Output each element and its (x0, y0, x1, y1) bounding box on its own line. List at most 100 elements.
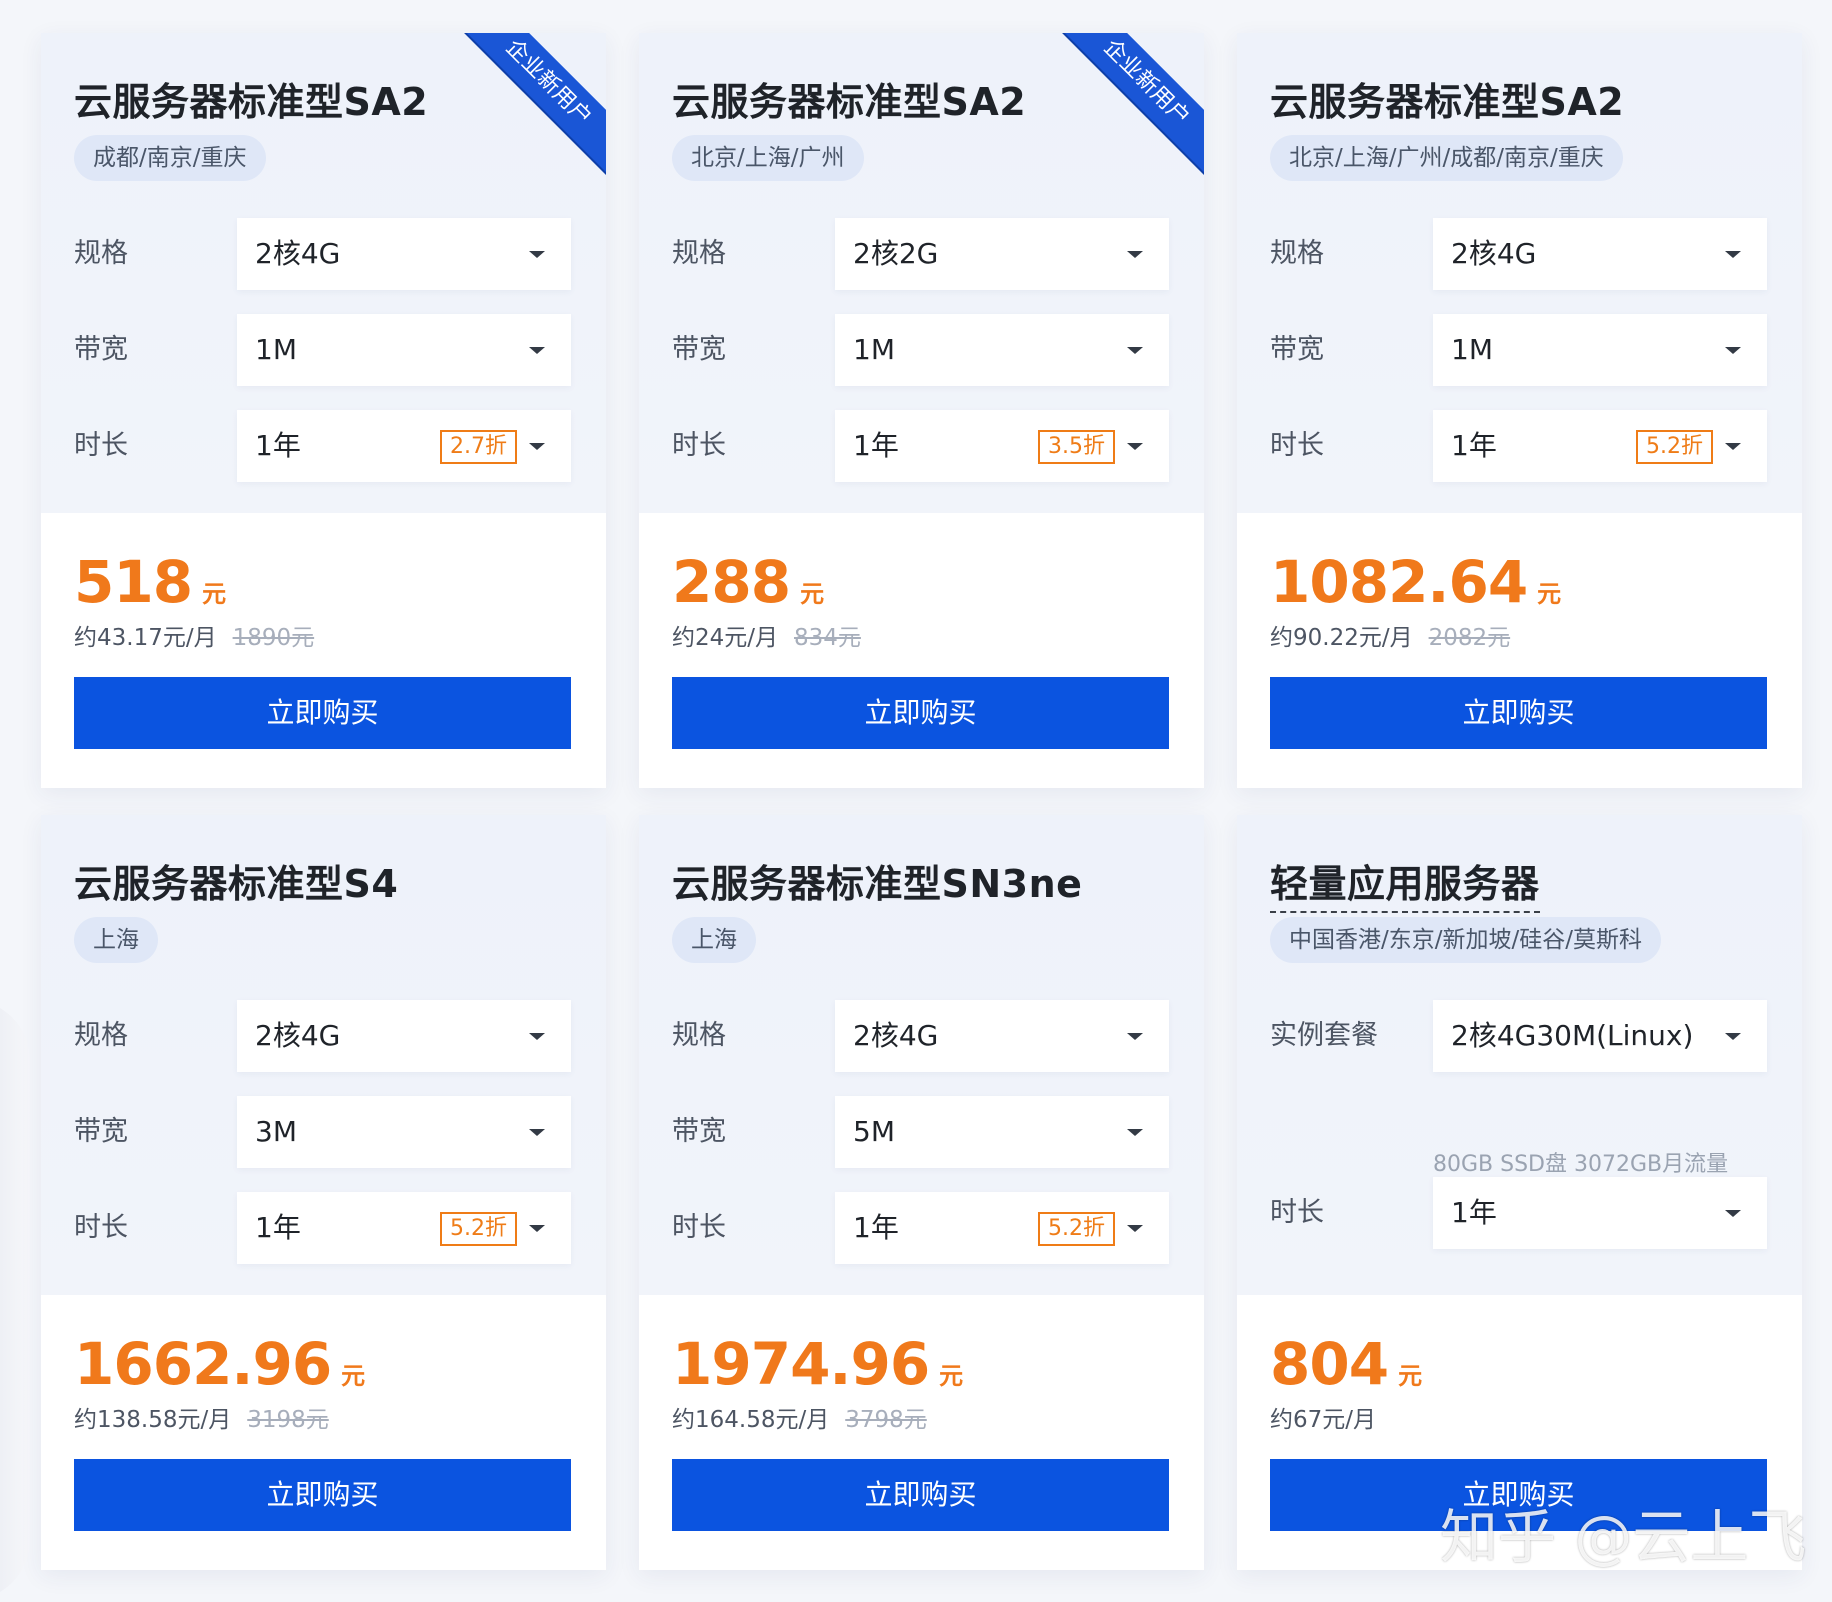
duration-label: 时长 (672, 1212, 726, 1243)
spec-row: 规格 2核4G (74, 218, 571, 290)
spec-row: 规格 2核2G (672, 218, 1169, 290)
bandwidth-value: 1M (255, 333, 297, 366)
region-tag: 上海 (672, 917, 756, 963)
product-card-sa2-chengdu: 企业新用户 云服务器标准型SA2 成都/南京/重庆 规格 2核4G 带宽 1M … (41, 33, 606, 788)
monthly-line: 约90.22元/月 2082元 (1270, 618, 1510, 652)
spec-select[interactable]: 2核4G (237, 1000, 571, 1072)
spec-label: 规格 (672, 1020, 726, 1051)
bandwidth-label: 带宽 (672, 1116, 726, 1147)
price-value: 804 (1270, 1330, 1389, 1398)
price-value: 1662.96 (74, 1330, 332, 1398)
chevron-down-icon (1725, 443, 1741, 450)
spec-row: 规格 2核4G (74, 1000, 571, 1072)
bandwidth-select[interactable]: 3M (237, 1096, 571, 1168)
instance-package-label: 实例套餐 (1270, 1020, 1378, 1051)
monthly-line: 约138.58元/月 3198元 (74, 1400, 329, 1434)
price-unit: 元 (800, 580, 825, 608)
monthly-line: 约164.58元/月 3798元 (672, 1400, 927, 1434)
bandwidth-select[interactable]: 1M (835, 314, 1169, 386)
spec-value: 2核4G (255, 1019, 341, 1052)
region-tag: 中国香港/东京/新加坡/硅谷/莫斯科 (1270, 917, 1661, 963)
price-line: 1974.96 元 (672, 1330, 963, 1398)
duration-select[interactable]: 1年 5.2折 (835, 1192, 1169, 1264)
price-unit: 元 (1537, 580, 1562, 608)
duration-value: 1年 (853, 1211, 899, 1244)
bandwidth-value: 1M (853, 333, 895, 366)
price-unit: 元 (341, 1362, 366, 1390)
duration-value: 1年 (853, 429, 899, 462)
product-card-lighthouse: 轻量应用服务器 中国香港/东京/新加坡/硅谷/莫斯科 实例套餐 2核4G30M(… (1237, 815, 1802, 1570)
duration-select[interactable]: 1年 5.2折 (1433, 410, 1767, 482)
spec-select[interactable]: 2核4G (835, 1000, 1169, 1072)
price-line: 518 元 (74, 548, 226, 616)
price-line: 1082.64 元 (1270, 548, 1561, 616)
chevron-down-icon (1127, 1033, 1143, 1040)
chevron-down-icon (1725, 1210, 1741, 1217)
card-title-link[interactable]: 轻量应用服务器 (1270, 853, 1540, 913)
background-decoration (0, 1000, 30, 1600)
bandwidth-select[interactable]: 5M (835, 1096, 1169, 1168)
region-tag: 北京/上海/广州 (672, 135, 864, 181)
buy-now-button[interactable]: 立即购买 (74, 1459, 571, 1531)
discount-badge: 5.2折 (1038, 1212, 1115, 1246)
chevron-down-icon (1127, 1225, 1143, 1232)
price-unit: 元 (939, 1362, 964, 1390)
region-tag: 上海 (74, 917, 158, 963)
buy-now-button[interactable]: 立即购买 (74, 677, 571, 749)
product-card-sn3ne: 云服务器标准型SN3ne 上海 规格 2核4G 带宽 5M 时长 1年 5.2折 (639, 815, 1204, 1570)
monthly-line: 约43.17元/月 1890元 (74, 618, 314, 652)
price-value: 288 (672, 548, 791, 616)
region-tag: 成都/南京/重庆 (74, 135, 266, 181)
bandwidth-value: 5M (853, 1115, 895, 1148)
monthly-price: 约90.22元/月 (1270, 625, 1413, 651)
duration-label: 时长 (672, 430, 726, 461)
zhihu-watermark: 知乎 @云上飞 (1440, 1503, 1807, 1571)
monthly-price: 约24元/月 (672, 625, 779, 651)
bandwidth-select[interactable]: 1M (237, 314, 571, 386)
duration-row: 时长 1年 5.2折 (672, 1192, 1169, 1264)
duration-value: 1年 (1451, 1196, 1497, 1229)
chevron-down-icon (1725, 251, 1741, 258)
duration-value: 1年 (255, 429, 301, 462)
monthly-price: 约43.17元/月 (74, 625, 217, 651)
duration-select[interactable]: 1年 (1433, 1177, 1767, 1249)
spec-label: 规格 (74, 238, 128, 269)
product-card-sa2-beijing: 企业新用户 云服务器标准型SA2 北京/上海/广州 规格 2核2G 带宽 1M … (639, 33, 1204, 788)
buy-now-button[interactable]: 立即购买 (1270, 677, 1767, 749)
bandwidth-label: 带宽 (74, 1116, 128, 1147)
bandwidth-select[interactable]: 1M (1433, 314, 1767, 386)
duration-select[interactable]: 1年 5.2折 (237, 1192, 571, 1264)
card-title: 云服务器标准型SA2 (672, 80, 1027, 124)
duration-row: 时长 1年 (1270, 1177, 1767, 1249)
instance-package-value: 2核4G30M(Linux) (1451, 1019, 1694, 1052)
duration-row: 时长 1年 5.2折 (74, 1192, 571, 1264)
spec-select[interactable]: 2核4G (1433, 218, 1767, 290)
region-tag: 北京/上海/广州/成都/南京/重庆 (1270, 135, 1623, 181)
chevron-down-icon (529, 1129, 545, 1136)
buy-now-button[interactable]: 立即购买 (672, 1459, 1169, 1531)
spec-value: 2核2G (853, 237, 939, 270)
bandwidth-value: 1M (1451, 333, 1493, 366)
chevron-down-icon (529, 443, 545, 450)
bandwidth-row: 带宽 3M (74, 1096, 571, 1168)
bandwidth-label: 带宽 (672, 334, 726, 365)
duration-label: 时长 (1270, 1197, 1324, 1228)
spec-value: 2核4G (853, 1019, 939, 1052)
price-line: 804 元 (1270, 1330, 1422, 1398)
card-title: 云服务器标准型SN3ne (672, 862, 1083, 906)
duration-label: 时长 (1270, 430, 1324, 461)
bandwidth-row: 带宽 5M (672, 1096, 1169, 1168)
spec-label: 规格 (74, 1020, 128, 1051)
original-price: 3198元 (247, 1407, 329, 1433)
original-price: 3798元 (845, 1407, 927, 1433)
spec-value: 2核4G (255, 237, 341, 270)
spec-label: 规格 (1270, 238, 1324, 269)
spec-select[interactable]: 2核4G (237, 218, 571, 290)
card-title: 云服务器标准型S4 (74, 862, 399, 906)
instance-package-select[interactable]: 2核4G30M(Linux) (1433, 1000, 1767, 1072)
duration-select[interactable]: 1年 2.7折 (237, 410, 571, 482)
buy-now-button[interactable]: 立即购买 (672, 677, 1169, 749)
duration-select[interactable]: 1年 3.5折 (835, 410, 1169, 482)
bandwidth-value: 3M (255, 1115, 297, 1148)
spec-select[interactable]: 2核2G (835, 218, 1169, 290)
